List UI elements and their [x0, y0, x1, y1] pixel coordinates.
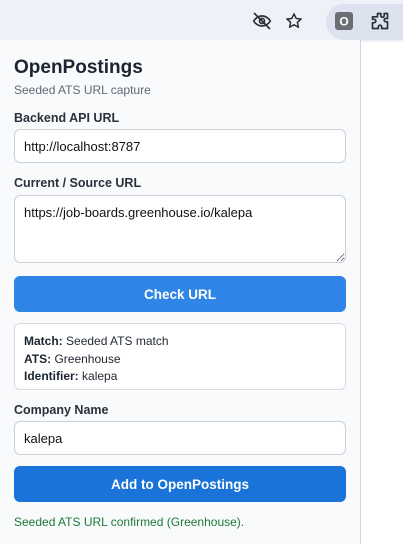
result-identifier-label: Identifier:: [24, 369, 79, 383]
app-title: OpenPostings: [14, 57, 143, 78]
app-subtitle: Seeded ATS URL capture: [14, 83, 151, 97]
result-ats-row: ATS: Greenhouse: [24, 351, 336, 369]
check-result-panel: Match: Seeded ATS match ATS: Greenhouse …: [14, 323, 346, 390]
status-message: Seeded ATS URL confirmed (Greenhouse).: [14, 515, 245, 529]
puzzle-icon[interactable]: [368, 9, 392, 33]
company-name-label: Company Name: [14, 403, 109, 417]
browser-toolbar: O: [0, 0, 403, 42]
result-identifier-value: kalepa: [82, 369, 118, 383]
eye-off-icon[interactable]: [250, 9, 274, 33]
backend-api-input[interactable]: [14, 129, 346, 163]
result-ats-value: Greenhouse: [54, 351, 121, 366]
result-match-value: Seeded ATS match: [66, 334, 169, 348]
source-url-textarea[interactable]: https://job-boards.greenhouse.io/kalepa: [14, 195, 346, 263]
add-to-openpostings-button[interactable]: Add to OpenPostings: [14, 466, 346, 502]
source-url-label: Current / Source URL: [14, 176, 142, 190]
check-url-button[interactable]: Check URL: [14, 276, 346, 312]
result-ats-label: ATS:: [24, 351, 52, 366]
result-match-row: Match: Seeded ATS match: [24, 333, 336, 351]
backend-api-label: Backend API URL: [14, 111, 120, 125]
extension-popup: OpenPostings Seeded ATS URL capture Back…: [0, 40, 361, 544]
star-icon[interactable]: [282, 9, 306, 33]
extension-badge-letter: O: [339, 15, 348, 29]
result-match-label: Match:: [24, 334, 63, 348]
company-name-input[interactable]: [14, 421, 346, 455]
extension-o-icon[interactable]: O: [332, 9, 356, 33]
result-identifier-row: Identifier: kalepa: [24, 368, 336, 386]
